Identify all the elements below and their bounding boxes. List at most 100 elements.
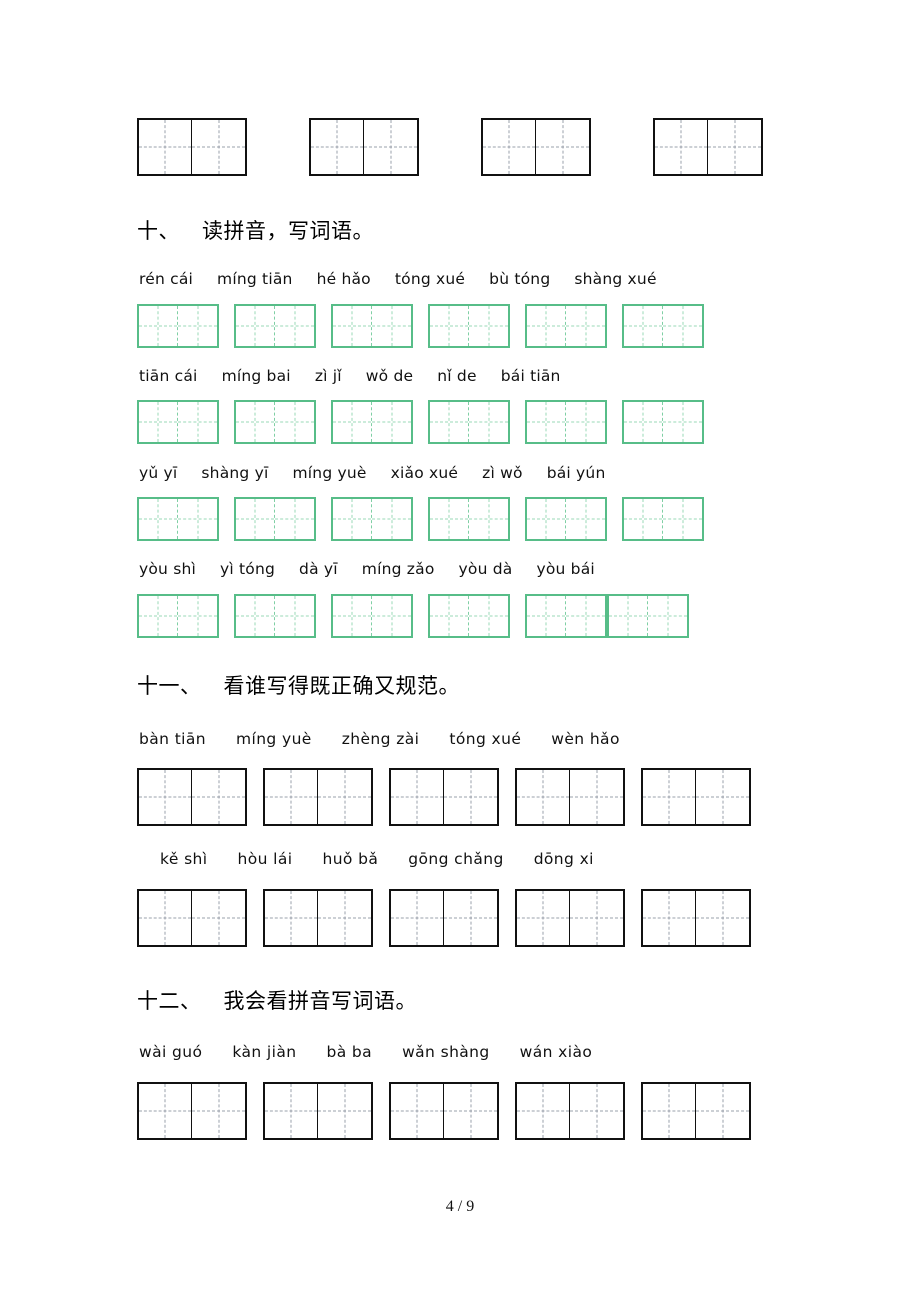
writing-grid-cell[interactable] bbox=[517, 891, 570, 945]
writing-grid-cell[interactable] bbox=[609, 596, 648, 636]
writing-grid-box[interactable] bbox=[389, 889, 499, 947]
writing-grid-cell[interactable] bbox=[275, 499, 314, 539]
writing-grid-cell[interactable] bbox=[333, 499, 372, 539]
writing-grid-cell[interactable] bbox=[192, 891, 245, 945]
writing-grid-box[interactable] bbox=[309, 118, 419, 176]
writing-grid-cell[interactable] bbox=[265, 1084, 318, 1138]
writing-grid-box[interactable] bbox=[622, 304, 704, 348]
writing-grid-cell[interactable] bbox=[372, 306, 411, 346]
writing-grid-cell[interactable] bbox=[364, 120, 417, 174]
writing-grid-cell[interactable] bbox=[236, 306, 275, 346]
writing-grid-box[interactable] bbox=[641, 889, 751, 947]
writing-grid-cell[interactable] bbox=[430, 306, 469, 346]
writing-grid-cell[interactable] bbox=[372, 402, 411, 442]
writing-grid-cell[interactable] bbox=[139, 120, 192, 174]
writing-grid-box[interactable] bbox=[137, 594, 219, 638]
writing-grid-cell[interactable] bbox=[139, 891, 192, 945]
writing-grid-cell[interactable] bbox=[444, 891, 497, 945]
writing-grid-box[interactable] bbox=[428, 594, 510, 638]
writing-grid-box[interactable] bbox=[428, 497, 510, 541]
writing-grid-box[interactable] bbox=[622, 497, 704, 541]
writing-grid-cell[interactable] bbox=[469, 499, 508, 539]
writing-grid-box[interactable] bbox=[428, 400, 510, 444]
writing-grid-cell[interactable] bbox=[696, 1084, 749, 1138]
writing-grid-cell[interactable] bbox=[663, 402, 702, 442]
writing-grid-cell[interactable] bbox=[696, 770, 749, 824]
writing-grid-cell[interactable] bbox=[566, 499, 605, 539]
writing-grid-cell[interactable] bbox=[318, 1084, 371, 1138]
writing-grid-cell[interactable] bbox=[708, 120, 761, 174]
writing-grid-box[interactable] bbox=[263, 1082, 373, 1140]
writing-grid-box[interactable] bbox=[389, 768, 499, 826]
writing-grid-cell[interactable] bbox=[275, 306, 314, 346]
writing-grid-cell[interactable] bbox=[236, 596, 275, 636]
writing-grid-cell[interactable] bbox=[527, 402, 566, 442]
writing-grid-cell[interactable] bbox=[624, 306, 663, 346]
writing-grid-box[interactable] bbox=[607, 594, 689, 638]
writing-grid-cell[interactable] bbox=[517, 770, 570, 824]
writing-grid-cell[interactable] bbox=[178, 306, 217, 346]
writing-grid-box[interactable] bbox=[331, 497, 413, 541]
writing-grid-box[interactable] bbox=[137, 118, 247, 176]
writing-grid-cell[interactable] bbox=[527, 499, 566, 539]
writing-grid-box[interactable] bbox=[331, 400, 413, 444]
writing-grid-box[interactable] bbox=[137, 304, 219, 348]
writing-grid-cell[interactable] bbox=[236, 402, 275, 442]
writing-grid-cell[interactable] bbox=[469, 402, 508, 442]
writing-grid-box[interactable] bbox=[331, 304, 413, 348]
writing-grid-cell[interactable] bbox=[391, 891, 444, 945]
writing-grid-cell[interactable] bbox=[265, 770, 318, 824]
writing-grid-cell[interactable] bbox=[192, 120, 245, 174]
writing-grid-box[interactable] bbox=[525, 497, 607, 541]
writing-grid-box[interactable] bbox=[137, 889, 247, 947]
writing-grid-cell[interactable] bbox=[275, 596, 314, 636]
writing-grid-cell[interactable] bbox=[139, 402, 178, 442]
writing-grid-box[interactable] bbox=[137, 400, 219, 444]
writing-grid-box[interactable] bbox=[389, 1082, 499, 1140]
writing-grid-box[interactable] bbox=[234, 594, 316, 638]
writing-grid-cell[interactable] bbox=[275, 402, 314, 442]
writing-grid-box[interactable] bbox=[234, 304, 316, 348]
writing-grid-cell[interactable] bbox=[527, 306, 566, 346]
writing-grid-cell[interactable] bbox=[536, 120, 589, 174]
writing-grid-box[interactable] bbox=[641, 768, 751, 826]
writing-grid-cell[interactable] bbox=[139, 770, 192, 824]
writing-grid-cell[interactable] bbox=[444, 770, 497, 824]
writing-grid-cell[interactable] bbox=[643, 891, 696, 945]
writing-grid-cell[interactable] bbox=[696, 891, 749, 945]
writing-grid-cell[interactable] bbox=[643, 1084, 696, 1138]
writing-grid-cell[interactable] bbox=[178, 596, 217, 636]
writing-grid-cell[interactable] bbox=[527, 596, 566, 636]
writing-grid-box[interactable] bbox=[263, 889, 373, 947]
writing-grid-cell[interactable] bbox=[663, 499, 702, 539]
writing-grid-box[interactable] bbox=[137, 1082, 247, 1140]
writing-grid-box[interactable] bbox=[653, 118, 763, 176]
writing-grid-cell[interactable] bbox=[663, 306, 702, 346]
writing-grid-cell[interactable] bbox=[318, 770, 371, 824]
writing-grid-cell[interactable] bbox=[624, 402, 663, 442]
writing-grid-box[interactable] bbox=[515, 768, 625, 826]
writing-grid-box[interactable] bbox=[525, 400, 607, 444]
writing-grid-cell[interactable] bbox=[566, 596, 605, 636]
writing-grid-box[interactable] bbox=[263, 768, 373, 826]
writing-grid-cell[interactable] bbox=[483, 120, 536, 174]
writing-grid-cell[interactable] bbox=[311, 120, 364, 174]
writing-grid-cell[interactable] bbox=[333, 306, 372, 346]
writing-grid-cell[interactable] bbox=[648, 596, 687, 636]
writing-grid-cell[interactable] bbox=[372, 596, 411, 636]
writing-grid-cell[interactable] bbox=[566, 402, 605, 442]
writing-grid-box[interactable] bbox=[515, 889, 625, 947]
writing-grid-cell[interactable] bbox=[139, 499, 178, 539]
writing-grid-box[interactable] bbox=[331, 594, 413, 638]
writing-grid-cell[interactable] bbox=[430, 402, 469, 442]
writing-grid-cell[interactable] bbox=[469, 596, 508, 636]
writing-grid-cell[interactable] bbox=[566, 306, 605, 346]
writing-grid-cell[interactable] bbox=[570, 891, 623, 945]
writing-grid-cell[interactable] bbox=[643, 770, 696, 824]
writing-grid-cell[interactable] bbox=[318, 891, 371, 945]
writing-grid-cell[interactable] bbox=[517, 1084, 570, 1138]
writing-grid-cell[interactable] bbox=[192, 1084, 245, 1138]
writing-grid-cell[interactable] bbox=[430, 596, 469, 636]
writing-grid-box[interactable] bbox=[234, 497, 316, 541]
writing-grid-box[interactable] bbox=[525, 304, 607, 348]
